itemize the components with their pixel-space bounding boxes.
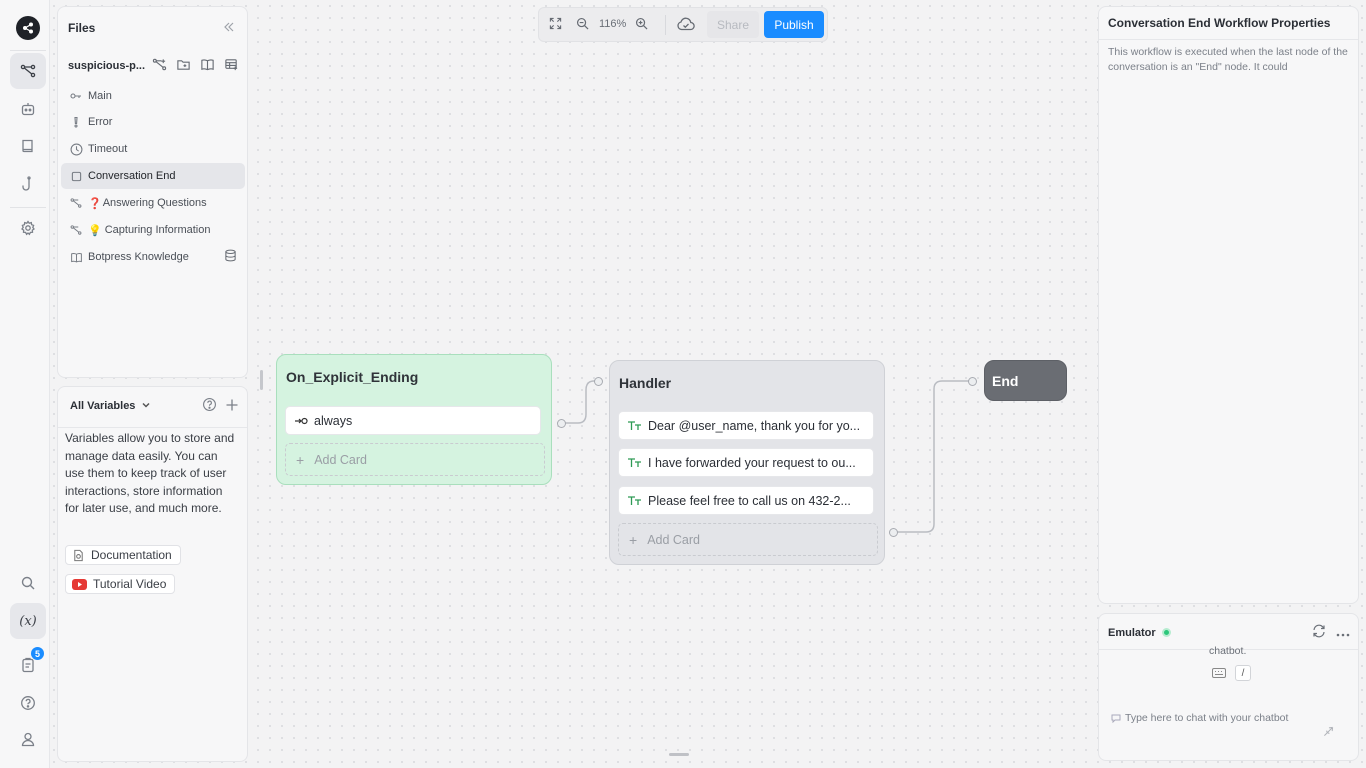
refresh-icon[interactable] (1312, 624, 1326, 641)
edge-handler-to-end (894, 380, 972, 533)
bottom-panel-handle[interactable] (669, 753, 689, 756)
text-icon (627, 495, 642, 506)
chat-input[interactable]: Type here to chat with your chatbot (1111, 712, 1341, 724)
node-title: On_Explicit_Ending (286, 369, 419, 385)
card-text-message[interactable]: Please feel free to call us on 432-2... (618, 486, 874, 515)
node-title: Handler (619, 375, 672, 391)
emulator-panel: Emulator chatbot. / Type here to chat wi… (1098, 613, 1359, 761)
add-card-button[interactable]: + Add Card (618, 523, 878, 556)
status-indicator (1161, 628, 1171, 637)
properties-title: Conversation End Workflow Properties (1108, 16, 1331, 30)
port-entry-out[interactable] (557, 419, 566, 428)
add-card-button[interactable]: + Add Card (285, 443, 545, 476)
chat-bubble-icon (1111, 714, 1121, 723)
properties-description: This workflow is executed when the last … (1108, 46, 1348, 73)
emulator-title: Emulator (1108, 626, 1156, 639)
port-handler-in[interactable] (594, 377, 603, 386)
node-on-explicit-ending[interactable]: On_Explicit_Ending always + Add Card (276, 354, 552, 485)
port-end-in[interactable] (968, 377, 977, 386)
slash-shortcut-key: / (1235, 665, 1251, 681)
more-options-icon[interactable] (1336, 626, 1350, 640)
port-handler-out[interactable] (889, 528, 898, 537)
card-always[interactable]: always (285, 406, 541, 435)
properties-panel: Conversation End Workflow Properties Thi… (1098, 6, 1359, 604)
keyboard-icon (1209, 665, 1229, 681)
node-end[interactable]: End (984, 360, 1067, 401)
emulator-message: chatbot. (1209, 645, 1247, 657)
card-text-message[interactable]: I have forwarded your request to ou... (618, 448, 874, 477)
node-title: End (992, 373, 1019, 389)
node-drag-handle[interactable] (260, 370, 263, 390)
text-icon (627, 420, 642, 431)
arrow-circle-icon (294, 416, 308, 426)
edge-entry-to-handler (561, 380, 598, 424)
text-icon (627, 457, 642, 468)
send-icon[interactable] (1323, 726, 1334, 740)
node-handler[interactable]: Handler Dear @user_name, thank you for y… (609, 360, 885, 565)
card-text-message[interactable]: Dear @user_name, thank you for yo... (618, 411, 874, 440)
